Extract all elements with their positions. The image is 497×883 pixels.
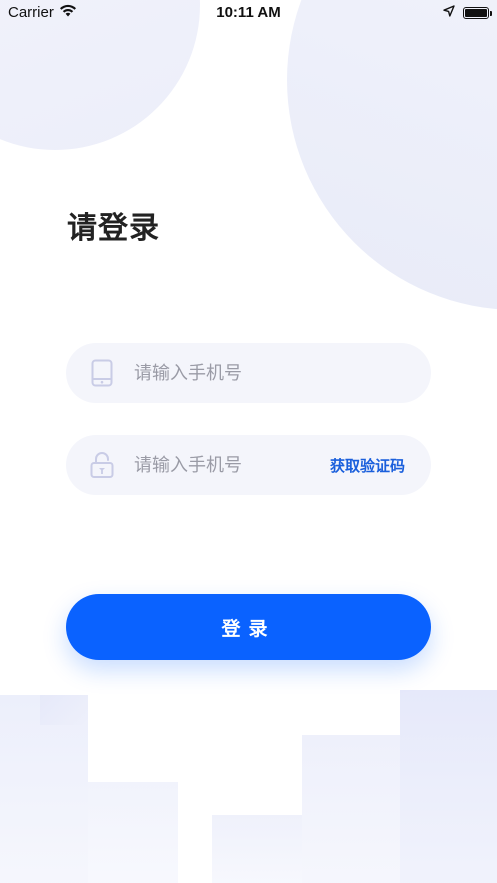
phone-icon	[90, 359, 114, 387]
lock-icon	[90, 451, 114, 479]
status-time: 10:11 AM	[216, 4, 281, 21]
verification-code-input[interactable]	[134, 454, 314, 476]
phone-input[interactable]	[134, 362, 314, 384]
login-screen: Carrier 10:11 AM 请登录 请输入手机号 请输入手机号 获取验证码…	[0, 0, 497, 883]
battery-full-icon	[463, 6, 492, 19]
login-button[interactable]: 登录	[66, 594, 431, 660]
phone-field[interactable]	[66, 343, 431, 403]
location-arrow-icon	[443, 4, 455, 21]
get-verification-code-button[interactable]: 获取验证码	[330, 455, 405, 476]
page-title: 请登录	[67, 211, 160, 246]
verification-code-field[interactable]: 获取验证码	[66, 435, 431, 495]
status-bar: Carrier 10:11 AM	[0, 0, 497, 26]
status-right	[443, 4, 492, 21]
